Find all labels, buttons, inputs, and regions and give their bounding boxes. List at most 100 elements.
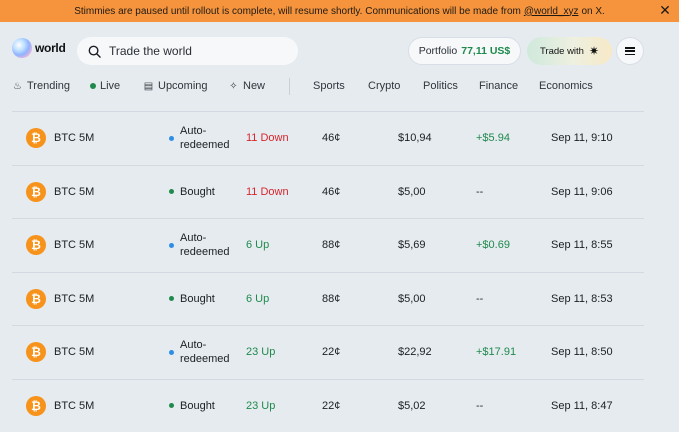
coin-cell: ₿	[26, 326, 46, 379]
market-name: BTC 5M	[54, 166, 94, 219]
status-cell: Bought	[169, 380, 215, 432]
live-dot-icon	[90, 83, 96, 89]
timestamp: Sep 11, 8:55	[551, 219, 613, 272]
trade-with-label: Trade with	[540, 46, 584, 57]
outcome: 23 Up	[246, 326, 275, 379]
profit-loss: +$5.94	[476, 112, 510, 165]
tab-new-label: New	[243, 80, 265, 92]
status-cell: Bought	[169, 166, 215, 219]
tab-sports-label: Sports	[313, 80, 345, 92]
flame-icon: ♨	[12, 81, 23, 92]
status-cell: Bought	[169, 273, 215, 326]
status-text: Auto- redeemed	[180, 231, 230, 259]
sparkle-icon: ✷	[589, 45, 599, 57]
profit-loss: +$17.91	[476, 326, 516, 379]
outcome: 11 Down	[246, 166, 289, 219]
sparkle-icon: ✧	[228, 81, 239, 92]
bitcoin-icon: ₿	[26, 128, 46, 148]
tab-new[interactable]: ✧ New	[228, 80, 265, 92]
bitcoin-icon: ₿	[26, 396, 46, 416]
position-value: $5,00	[398, 166, 426, 219]
status-dot-icon	[169, 350, 174, 355]
banner-text-end: on X.	[581, 6, 604, 17]
tab-crypto[interactable]: Crypto	[368, 80, 400, 92]
portfolio-value: 77,11 US$	[461, 45, 510, 57]
market-name: BTC 5M	[54, 380, 94, 432]
search-bar[interactable]	[77, 37, 298, 65]
table-row[interactable]: ₿BTC 5MBought6 Up88¢$5,00--Sep 11, 8:53	[12, 272, 644, 326]
tab-upcoming[interactable]: ▤ Upcoming	[143, 80, 208, 92]
market-name: BTC 5M	[54, 219, 94, 272]
profit-loss: --	[476, 273, 483, 326]
banner-message: Stimmies are paused until rollout is com…	[74, 6, 605, 17]
search-icon	[88, 45, 101, 58]
market-name: BTC 5M	[54, 112, 94, 165]
price: 46¢	[322, 112, 340, 165]
tab-politics-label: Politics	[423, 80, 458, 92]
calendar-icon: ▤	[143, 81, 154, 92]
bitcoin-icon: ₿	[26, 182, 46, 202]
position-value: $5,02	[398, 380, 426, 432]
bitcoin-icon: ₿	[26, 235, 46, 255]
status-dot-icon	[169, 136, 174, 141]
price: 22¢	[322, 326, 340, 379]
menu-button[interactable]	[616, 37, 644, 65]
tab-crypto-label: Crypto	[368, 80, 400, 92]
portfolio-label: Portfolio	[419, 45, 458, 57]
status-text: Bought	[180, 399, 215, 413]
status-dot-icon	[169, 243, 174, 248]
category-nav: ♨ Trending Live ▤ Upcoming ✧ New Sports …	[0, 78, 679, 98]
tab-economics-label: Economics	[539, 80, 593, 92]
timestamp: Sep 11, 9:10	[551, 112, 613, 165]
tab-economics[interactable]: Economics	[539, 80, 593, 92]
portfolio-button[interactable]: Portfolio 77,11 US$	[408, 37, 521, 65]
market-name: BTC 5M	[54, 273, 94, 326]
status-cell: Auto- redeemed	[169, 326, 230, 379]
market-name: BTC 5M	[54, 326, 94, 379]
tab-finance[interactable]: Finance	[479, 80, 518, 92]
position-value: $10,94	[398, 112, 432, 165]
status-text: Bought	[180, 185, 215, 199]
tab-politics[interactable]: Politics	[423, 80, 458, 92]
tab-trending[interactable]: ♨ Trending	[12, 80, 70, 92]
tab-upcoming-label: Upcoming	[158, 80, 208, 92]
table-row[interactable]: ₿ BTC 5M Auto- redeemed 23 Up 22¢ $22,92 +$17.…	[12, 325, 644, 379]
timestamp: Sep 11, 8:53	[551, 273, 613, 326]
trade-with-button[interactable]: Trade with ✷	[527, 37, 612, 65]
profit-loss: +$0.69	[476, 219, 510, 272]
timestamp: Sep 11, 8:50	[551, 326, 613, 379]
status-text: Bought	[180, 292, 215, 306]
top-header: world Portfolio 77,11 US$ Trade with ✷	[0, 22, 679, 78]
outcome: 23 Up	[246, 380, 275, 432]
table-row[interactable]: ₿BTC 5MAuto- redeemed11 Down46¢$10,94+$5…	[12, 111, 644, 165]
status-dot-icon	[169, 189, 174, 194]
outcome: 6 Up	[246, 273, 269, 326]
table-row[interactable]: ₿BTC 5MBought11 Down46¢$5,00--Sep 11, 9:…	[12, 165, 644, 219]
position-value: $22,92	[398, 326, 432, 379]
bitcoin-icon: ₿	[26, 342, 46, 362]
tab-trending-label: Trending	[27, 80, 70, 92]
price: 46¢	[322, 166, 340, 219]
close-icon[interactable]: ✕	[658, 3, 672, 17]
logo-text: world	[35, 41, 66, 55]
table-row[interactable]: ₿BTC 5MAuto- redeemed6 Up88¢$5,69+$0.69S…	[12, 218, 644, 272]
logo[interactable]: world	[12, 38, 66, 58]
search-input[interactable]	[109, 44, 289, 58]
table-row[interactable]: ₿BTC 5MBought23 Up22¢$5,02--Sep 11, 8:47	[12, 379, 644, 432]
tab-sports[interactable]: Sports	[313, 80, 345, 92]
coin-cell: ₿	[26, 273, 46, 326]
tab-live[interactable]: Live	[90, 80, 120, 92]
position-value: $5,00	[398, 273, 426, 326]
price: 88¢	[322, 219, 340, 272]
banner-text: Stimmies are paused until rollout is com…	[74, 6, 521, 17]
timestamp: Sep 11, 8:47	[551, 380, 613, 432]
logo-orb-icon	[12, 38, 32, 58]
status-cell: Auto- redeemed	[169, 112, 230, 165]
tab-live-label: Live	[100, 80, 120, 92]
coin-cell: ₿	[26, 380, 46, 432]
coin-cell: ₿	[26, 219, 46, 272]
banner-handle-link[interactable]: @world_xyz	[524, 6, 579, 17]
position-value: $5,69	[398, 219, 426, 272]
status-dot-icon	[169, 296, 174, 301]
status-text: Auto- redeemed	[180, 338, 230, 366]
